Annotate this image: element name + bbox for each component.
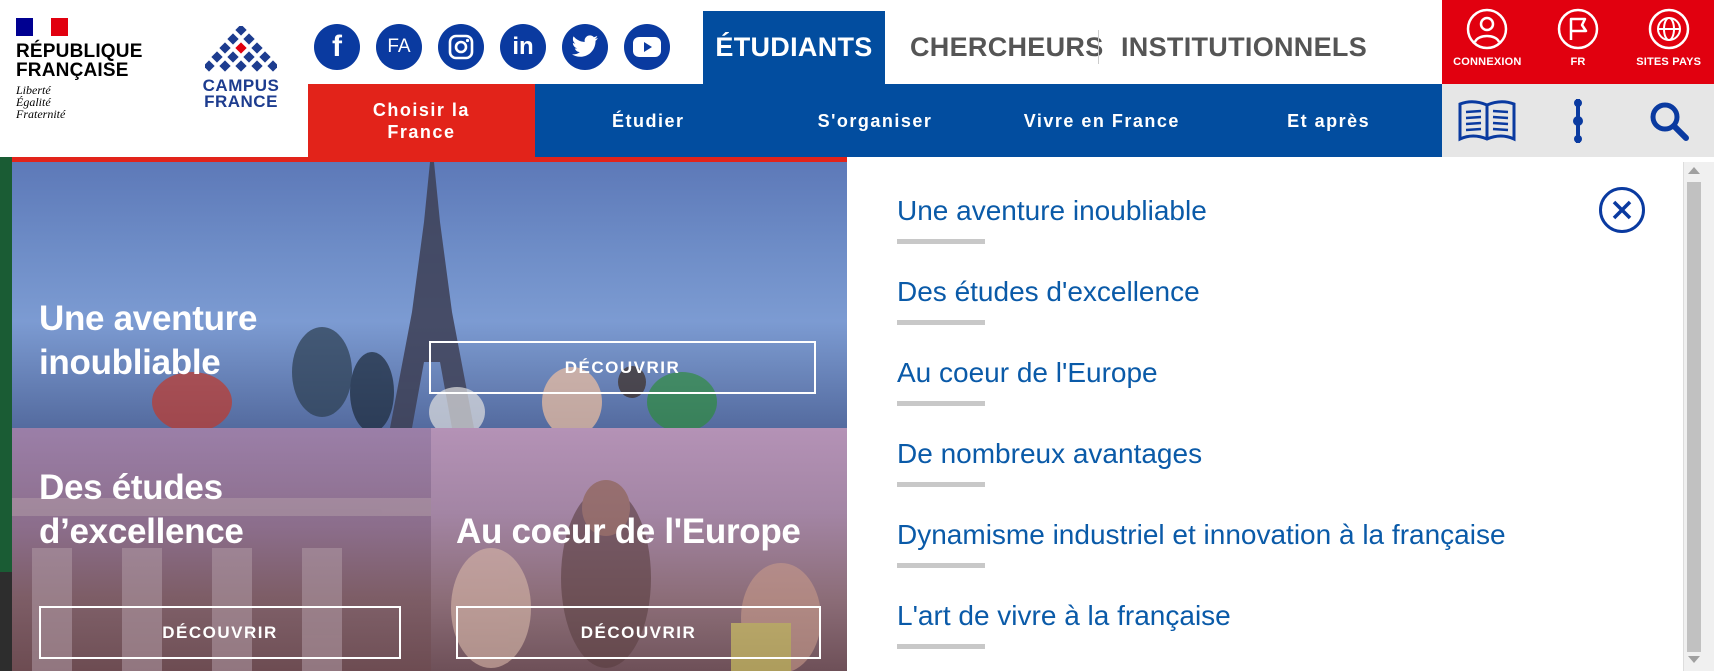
twitter-bird-glyph	[572, 35, 598, 57]
linkedin-icon[interactable]: in	[500, 24, 546, 70]
submenu-link-art-de-vivre[interactable]: L'art de vivre à la française	[897, 599, 1231, 633]
fa-icon[interactable]: FA	[376, 24, 422, 70]
user-icon	[1467, 8, 1508, 50]
sites-pays-label: SITES PAYS	[1636, 56, 1702, 68]
account-actions: CONNEXION FR SITES PAYS	[1442, 0, 1714, 84]
tab-chercheurs[interactable]: CHERCHEURS	[910, 11, 1104, 84]
youtube-icon[interactable]	[624, 24, 670, 70]
republique-francaise-logo[interactable]: RÉPUBLIQUE FRANÇAISE Liberté Égalité Fra…	[16, 18, 146, 120]
tab-etudiants[interactable]: ÉTUDIANTS	[703, 11, 885, 84]
social-links: f FA in	[314, 24, 670, 70]
republique-name-line2: FRANÇAISE	[16, 60, 129, 81]
tab-institutionnels[interactable]: INSTITUTIONNELS	[1121, 11, 1367, 84]
submenu-link-excellence[interactable]: Des études d'excellence	[897, 275, 1200, 309]
tab-separator	[1098, 30, 1099, 64]
republique-name: RÉPUBLIQUE FRANÇAISE	[16, 42, 146, 80]
connexion-label: CONNEXION	[1453, 56, 1522, 68]
scroll-down-arrow-icon[interactable]	[1688, 656, 1700, 663]
facebook-glyph: f	[332, 30, 342, 63]
book-icon	[1458, 99, 1516, 141]
nav-et-apres[interactable]: Et après	[1215, 84, 1442, 157]
sites-pays-button[interactable]: SITES PAYS	[1623, 0, 1714, 84]
submenu-underline	[897, 644, 985, 649]
submenu-link-europe[interactable]: Au coeur de l'Europe	[897, 356, 1158, 390]
campus-france-emblem-icon	[205, 26, 277, 72]
tile-aventure-decouvrir-button[interactable]: DÉCOUVRIR	[429, 341, 816, 394]
french-flag-icon	[16, 18, 68, 36]
nav-choisir-la-france[interactable]: Choisir la France	[308, 84, 535, 166]
campus-france-logo[interactable]: CAMPUS FRANCE	[196, 26, 286, 110]
tile-europe-title: Au coeur de l'Europe	[456, 512, 801, 551]
submenu-link-dynamisme[interactable]: Dynamisme industriel et innovation à la …	[897, 518, 1506, 552]
submenu-underline	[897, 320, 985, 325]
submenu-link-avantages[interactable]: De nombreux avantages	[897, 437, 1202, 471]
search-button[interactable]	[1623, 84, 1714, 157]
nav-s-organiser[interactable]: S'organiser	[762, 84, 989, 157]
tile-excellence[interactable]: Des études d’excellence DÉCOUVRIR	[12, 428, 431, 671]
tile-europe-decouvrir-button[interactable]: DÉCOUVRIR	[456, 606, 821, 659]
close-icon	[1612, 200, 1632, 220]
twitter-icon[interactable]	[562, 24, 608, 70]
submenu-underline	[897, 563, 985, 568]
france-line: FRANCE	[204, 92, 278, 111]
site-header: RÉPUBLIQUE FRANÇAISE Liberté Égalité Fra…	[0, 0, 1714, 166]
flag-icon	[1557, 8, 1599, 50]
submenu-underline	[897, 239, 985, 244]
nav-etudier[interactable]: Étudier	[535, 84, 762, 157]
scroll-thumb[interactable]	[1687, 182, 1701, 652]
nav-vivre-en-france[interactable]: Vivre en France	[988, 84, 1215, 157]
language-button[interactable]: FR	[1533, 0, 1624, 84]
book-button[interactable]	[1442, 84, 1533, 157]
language-label: FR	[1570, 56, 1586, 68]
tool-bar	[1442, 84, 1714, 157]
scroll-up-arrow-icon[interactable]	[1688, 167, 1700, 174]
tile-aventure[interactable]: Une aventure inoubliable DÉCOUVRIR	[12, 162, 847, 428]
instagram-icon[interactable]	[438, 24, 484, 70]
tile-europe[interactable]: Au coeur de l'Europe DÉCOUVRIR	[431, 428, 847, 671]
connexion-button[interactable]: CONNEXION	[1442, 0, 1533, 84]
search-icon	[1650, 102, 1689, 141]
republique-name-line1: RÉPUBLIQUE	[16, 41, 143, 62]
submenu-link-aventure[interactable]: Une aventure inoubliable	[897, 194, 1207, 228]
instagram-glyph	[448, 34, 474, 60]
tile-excellence-title: Des études d’excellence	[39, 468, 244, 551]
republique-motto: Liberté Égalité Fraternité	[16, 84, 146, 120]
fa-glyph: FA	[387, 36, 411, 57]
linkedin-glyph: in	[512, 33, 534, 60]
menu-dots-icon	[1573, 98, 1583, 143]
panel-scrollbar[interactable]	[1683, 162, 1714, 671]
motto-fraternite: Fraternité	[16, 107, 66, 121]
tile-excellence-decouvrir-button[interactable]: DÉCOUVRIR	[39, 606, 401, 659]
main-navigation: Choisir la France Étudier S'organiser Vi…	[308, 84, 1442, 166]
facebook-icon[interactable]: f	[314, 24, 360, 70]
youtube-glyph	[633, 37, 661, 57]
tile-aventure-title: Une aventure inoubliable	[39, 299, 258, 382]
page-background-left-top	[0, 157, 12, 572]
submenu-panel: Une aventure inoubliable Des études d'ex…	[847, 162, 1683, 671]
globe-icon	[1648, 8, 1689, 50]
close-button[interactable]	[1599, 187, 1645, 233]
submenu-underline	[897, 482, 985, 487]
campus-france-wordmark: CAMPUS FRANCE	[196, 77, 286, 111]
submenu-underline	[897, 401, 985, 406]
menu-dots-button[interactable]	[1533, 84, 1624, 157]
